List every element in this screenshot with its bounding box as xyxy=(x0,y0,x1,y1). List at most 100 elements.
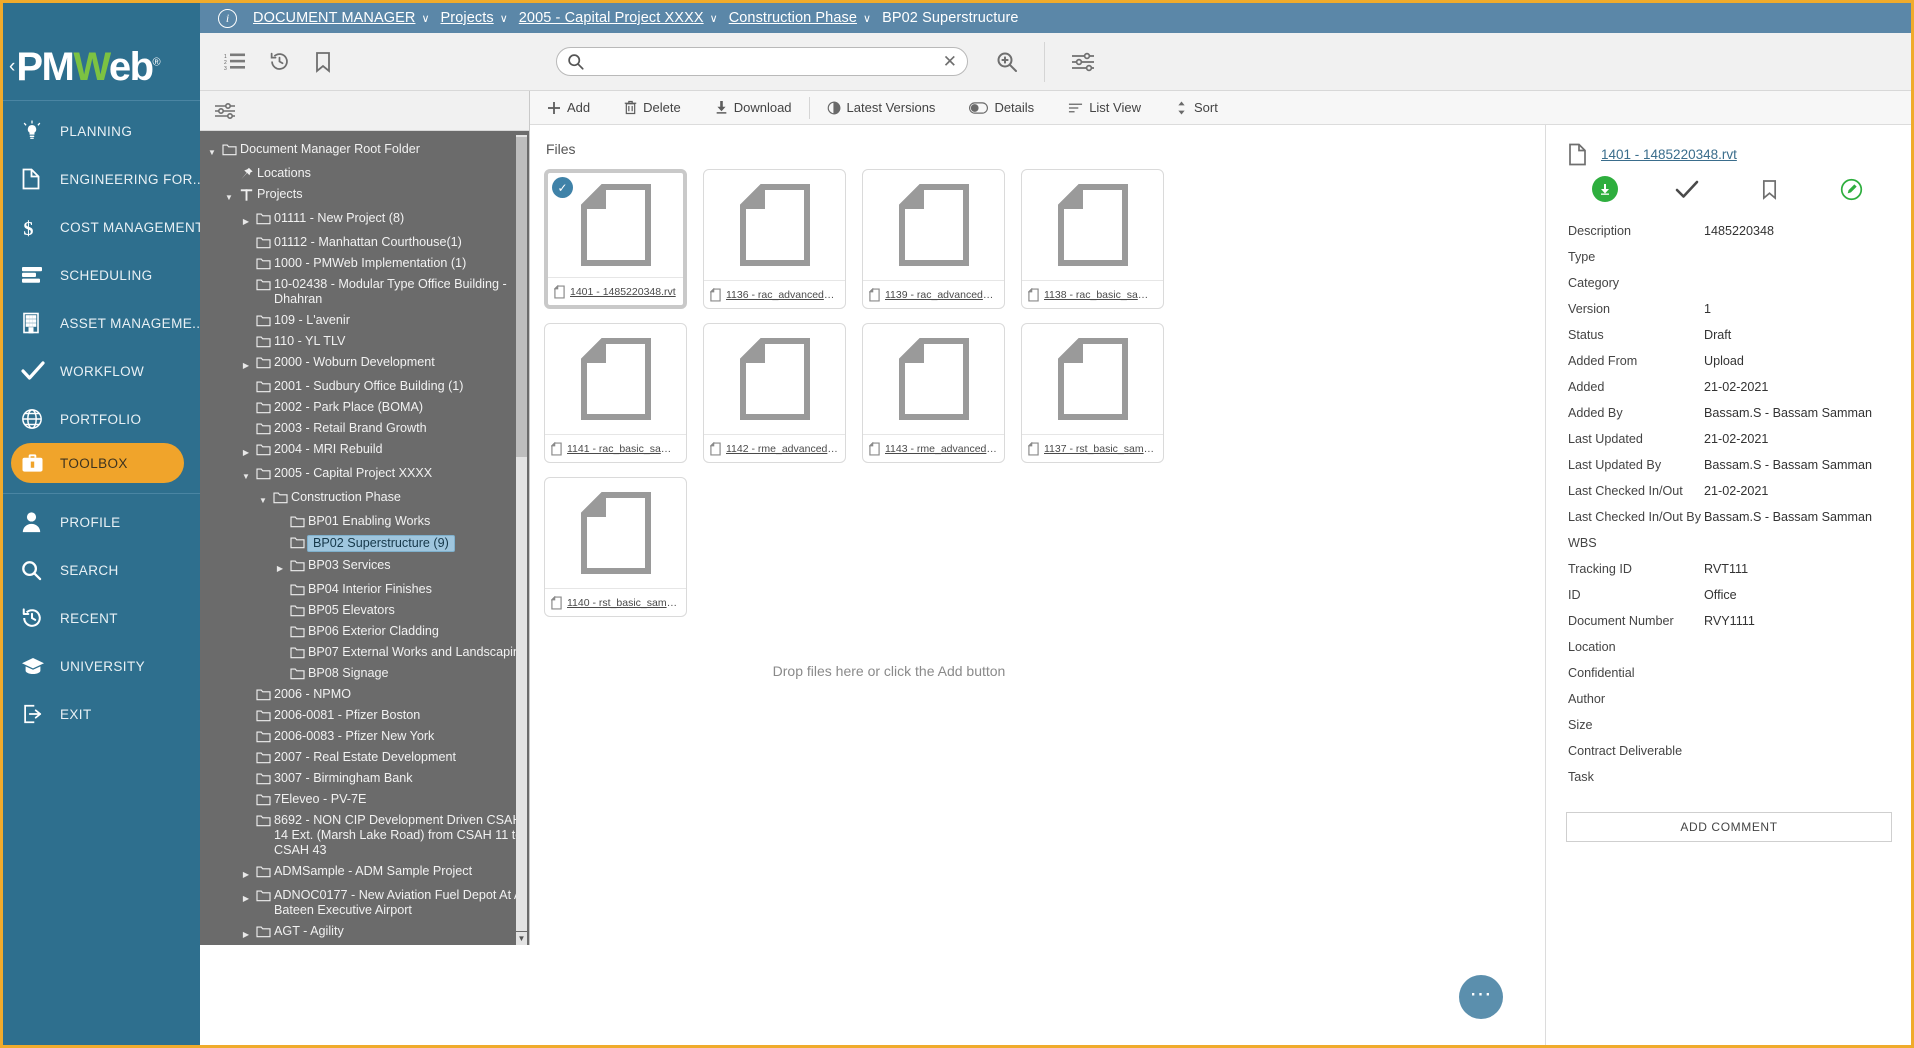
tree-expand-right-icon[interactable]: ▶ xyxy=(240,355,252,373)
history-icon[interactable] xyxy=(269,51,290,72)
tree-expand-right-icon[interactable]: ▶ xyxy=(240,864,252,882)
sidebar-item-engineering-for[interactable]: ENGINEERING FOR... xyxy=(3,155,200,203)
approve-check-icon[interactable] xyxy=(1646,179,1728,199)
tree-node[interactable]: 2006-0083 - Pfizer New York xyxy=(200,726,529,747)
edit-icon[interactable] xyxy=(1811,178,1893,201)
files-option-list-view[interactable]: List View xyxy=(1051,91,1158,125)
file-tile[interactable]: 1136 - rac_advanced_s... xyxy=(703,169,846,309)
tree-node[interactable]: 7Eleveo - PV-7E xyxy=(200,789,529,810)
tree-node[interactable]: 2002 - Park Place (BOMA) xyxy=(200,397,529,418)
breadcrumb-chevron-down-icon-1[interactable]: ∨ xyxy=(500,12,508,25)
tree-node[interactable]: BP06 Exterior Cladding xyxy=(200,621,529,642)
tree-node[interactable]: 2007 - Real Estate Development xyxy=(200,747,529,768)
sidebar-item-portfolio[interactable]: PORTFOLIO xyxy=(3,395,200,443)
tree-node[interactable]: ▶AGT - Agility xyxy=(200,921,529,945)
tree-expand-right-icon[interactable]: ▶ xyxy=(240,442,252,460)
tree-node[interactable]: 8692 - NON CIP Development Driven CSAH 1… xyxy=(200,810,529,861)
file-tile[interactable]: 1143 - rme_advanced_... xyxy=(862,323,1005,463)
tree-expand-down-icon[interactable]: ▼ xyxy=(206,142,218,160)
more-actions-button[interactable]: ⋯ xyxy=(1459,975,1503,1019)
tree-scroll-down-arrow[interactable]: ▼ xyxy=(516,932,527,945)
tree-scroll-area[interactable]: ▼Document Manager Root FolderLocations▼P… xyxy=(200,131,529,945)
tree-node[interactable]: BP02 Superstructure (9) xyxy=(200,532,529,555)
file-name-link[interactable]: 1141 - rac_basic_sampl... xyxy=(567,443,680,455)
tree-expand-down-icon[interactable]: ▼ xyxy=(240,466,252,484)
sidebar-item-planning[interactable]: PLANNING xyxy=(3,107,200,155)
sidebar-item-asset-manageme[interactable]: ASSET MANAGEME... xyxy=(3,299,200,347)
tile-selected-check-icon[interactable]: ✓ xyxy=(552,177,573,198)
files-option-sort[interactable]: Sort xyxy=(1158,91,1235,125)
tree-node[interactable]: 2003 - Retail Brand Growth xyxy=(200,418,529,439)
tree-node[interactable]: BP04 Interior Finishes xyxy=(200,579,529,600)
sidebar-item-workflow[interactable]: WORKFLOW xyxy=(3,347,200,395)
tree-node[interactable]: 3007 - Birmingham Bank xyxy=(200,768,529,789)
tree-node[interactable]: ▶2000 - Woburn Development xyxy=(200,352,529,376)
breadcrumb-chevron-down-icon-3[interactable]: ∨ xyxy=(863,12,871,25)
sidebar-item-cost-management[interactable]: $COST MANAGEMENT xyxy=(3,203,200,251)
sidebar-item-toolbox[interactable]: TOOLBOX xyxy=(11,443,184,483)
tree-node[interactable]: 2006-0081 - Pfizer Boston xyxy=(200,705,529,726)
file-tile[interactable]: 1137 - rst_basic_sampl... xyxy=(1021,323,1164,463)
sidebar-item-exit[interactable]: EXIT xyxy=(3,690,200,738)
file-name-link[interactable]: 1137 - rst_basic_sampl... xyxy=(1044,443,1157,455)
tree-node[interactable]: Locations xyxy=(200,163,529,184)
file-name-link[interactable]: 1136 - rac_advanced_s... xyxy=(726,289,839,301)
tree-node[interactable]: 01112 - Manhattan Courthouse(1) xyxy=(200,232,529,253)
clear-search-icon[interactable]: ✕ xyxy=(943,53,957,70)
details-file-title[interactable]: 1401 - 1485220348.rvt xyxy=(1601,147,1737,162)
file-tile[interactable]: 1141 - rac_basic_sampl... xyxy=(544,323,687,463)
tree-node[interactable]: BP01 Enabling Works xyxy=(200,511,529,532)
file-tile[interactable]: 1140 - rst_basic_sampl... xyxy=(544,477,687,617)
tree-node[interactable]: BP08 Signage xyxy=(200,663,529,684)
file-tile[interactable]: ✓ 1401 - 1485220348.rvt xyxy=(544,169,687,309)
sidebar-item-search[interactable]: SEARCH xyxy=(3,546,200,594)
tree-node[interactable]: ▼Projects xyxy=(200,184,529,208)
tree-node[interactable]: ▼2005 - Capital Project XXXX xyxy=(200,463,529,487)
tree-node[interactable]: 2001 - Sudbury Office Building (1) xyxy=(200,376,529,397)
tree-expand-right-icon[interactable]: ▶ xyxy=(240,888,252,906)
pmweb-logo[interactable]: ‹ PMWeb® xyxy=(3,33,200,100)
tree-scrollbar-thumb[interactable] xyxy=(516,137,527,457)
file-name-link[interactable]: 1138 - rac_basic_samp... xyxy=(1044,289,1157,301)
file-tile[interactable]: 1139 - rac_advanced_s... xyxy=(862,169,1005,309)
search-input-wrapper[interactable]: ✕ xyxy=(556,47,968,76)
tree-node[interactable]: 109 - L'avenir xyxy=(200,310,529,331)
tree-node[interactable]: ▶ADMSample - ADM Sample Project xyxy=(200,861,529,885)
tree-node[interactable]: ▶ADNOC0177 - New Aviation Fuel Depot At … xyxy=(200,885,529,921)
tree-expand-down-icon[interactable]: ▼ xyxy=(223,187,235,205)
breadcrumb-item-2[interactable]: 2005 - Capital Project XXXX xyxy=(519,10,704,26)
files-button-download[interactable]: Download xyxy=(698,91,809,125)
tree-node[interactable]: ▶01111 - New Project (8) xyxy=(200,208,529,232)
bookmark-icon[interactable] xyxy=(314,51,332,73)
sidebar-item-recent[interactable]: RECENT xyxy=(3,594,200,642)
info-icon[interactable]: i xyxy=(218,9,237,28)
tree-node[interactable]: 110 - YL TLV xyxy=(200,331,529,352)
sidebar-item-profile[interactable]: PROFILE xyxy=(3,498,200,546)
files-option-details[interactable]: Details xyxy=(952,91,1051,125)
file-tile[interactable]: 1138 - rac_basic_samp... xyxy=(1021,169,1164,309)
breadcrumb-chevron-down-icon-0[interactable]: ∨ xyxy=(421,12,429,25)
numbered-list-icon[interactable]: 123 xyxy=(224,52,245,71)
files-button-delete[interactable]: Delete xyxy=(607,91,698,125)
tree-node[interactable]: 1000 - PMWeb Implementation (1) xyxy=(200,253,529,274)
tree-node[interactable]: ▼Document Manager Root Folder xyxy=(200,139,529,163)
breadcrumb-item-1[interactable]: Projects xyxy=(441,10,494,26)
breadcrumb-item-0[interactable]: DOCUMENT MANAGER xyxy=(253,10,415,26)
breadcrumb-item-3[interactable]: Construction Phase xyxy=(729,10,857,26)
tree-expand-right-icon[interactable]: ▶ xyxy=(240,211,252,229)
filter-sliders-icon[interactable] xyxy=(214,102,236,120)
tree-expand-right-icon[interactable]: ▶ xyxy=(240,924,252,942)
collapse-nav-chevron-icon[interactable]: ‹ xyxy=(9,56,15,78)
tree-node[interactable]: BP07 External Works and Landscaping xyxy=(200,642,529,663)
tree-expand-right-icon[interactable]: ▶ xyxy=(274,558,286,576)
download-icon[interactable] xyxy=(1564,176,1646,202)
file-name-link[interactable]: 1139 - rac_advanced_s... xyxy=(885,289,998,301)
tree-node[interactable]: 2006 - NPMO xyxy=(200,684,529,705)
file-name-link[interactable]: 1401 - 1485220348.rvt xyxy=(570,286,676,298)
tree-node[interactable]: ▶BP03 Services xyxy=(200,555,529,579)
tree-node[interactable]: ▼Construction Phase xyxy=(200,487,529,511)
tree-node[interactable]: 10-02438 - Modular Type Office Building … xyxy=(200,274,529,310)
sidebar-item-university[interactable]: UNIVERSITY xyxy=(3,642,200,690)
zoom-search-icon[interactable] xyxy=(996,51,1018,73)
file-name-link[interactable]: 1142 - rme_advanced_... xyxy=(726,443,839,455)
